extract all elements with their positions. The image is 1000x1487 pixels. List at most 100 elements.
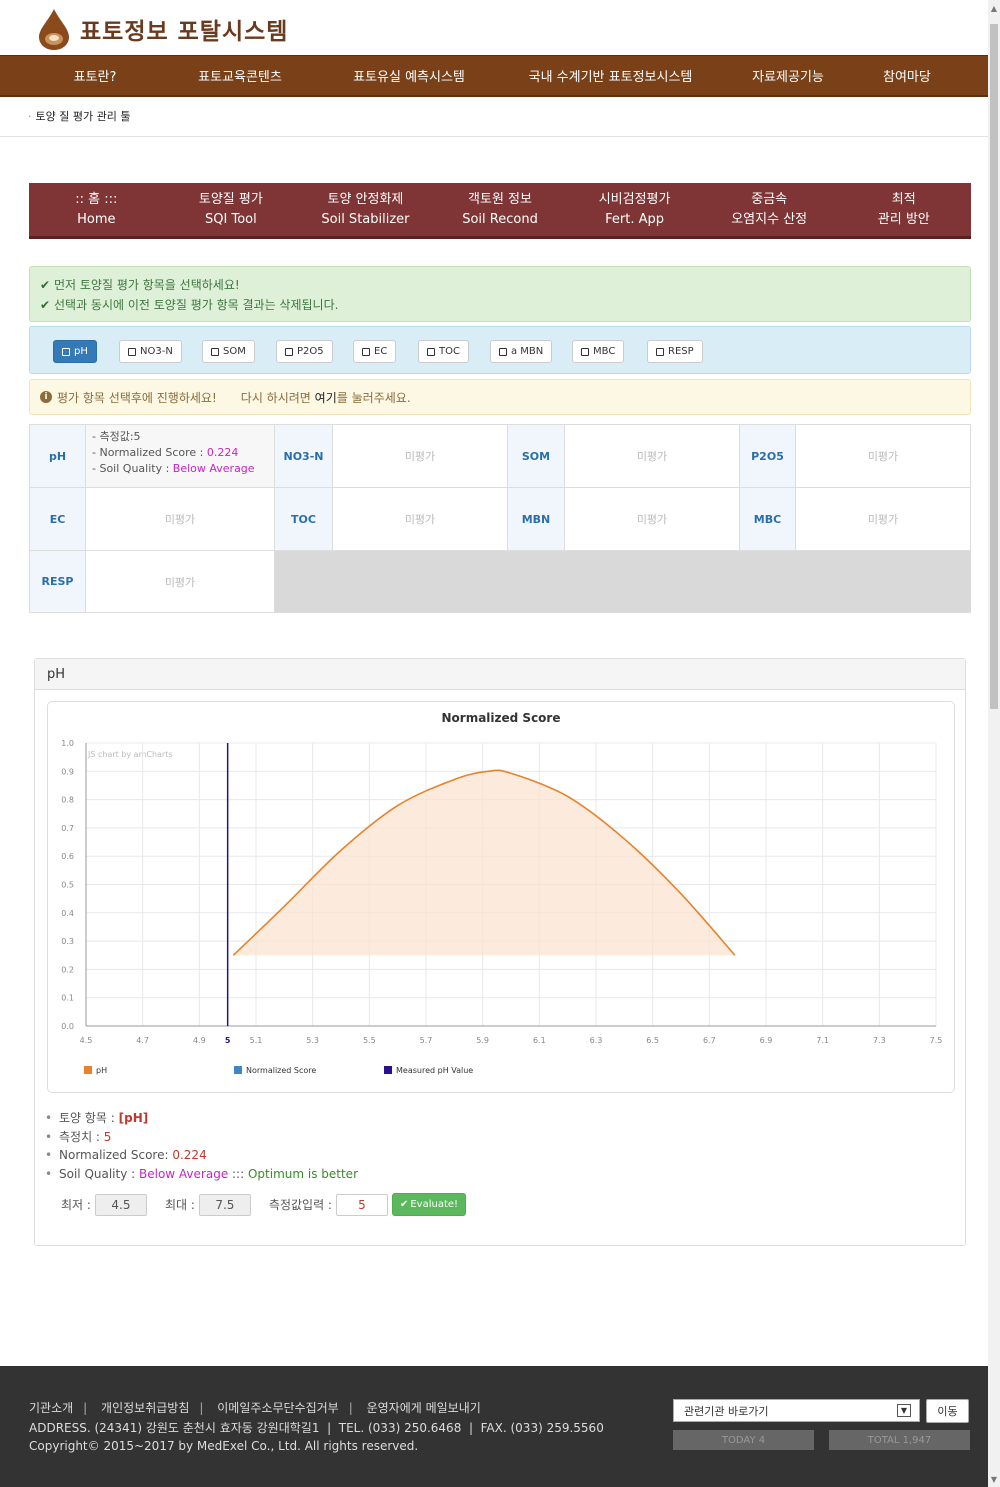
chart-watermark: JS chart by amCharts [87,750,173,759]
scrollbar-thumb[interactable] [990,24,998,709]
legend-swatch [384,1066,392,1074]
result-value-resp: 미평가 [86,551,275,613]
retry-prefix: 다시 하시려면 [240,390,311,405]
legend-label: Normalized Score [246,1066,316,1075]
subnav-item-fert-app[interactable]: 시비검정평가 Fert. App [567,183,702,236]
check-icon: ✔ [40,298,51,312]
ph-quality: Below Average [172,462,255,475]
y-tick-label: 0.8 [61,796,74,805]
evaluate-button[interactable]: ✔ Evaluate! [391,1193,467,1216]
summary-item-value: [pH] [118,1111,149,1125]
result-label-resp: RESP [30,551,86,613]
select-som-button[interactable]: SOM [202,340,255,363]
subnav-item-soil-recond[interactable]: 객토원 정보 Soil Recond [433,183,568,236]
item-select-bar: pH NO3-N SOM P2O5 EC TOC a MBN MBC RESP [29,326,971,374]
footer-copyright: Copyright© 2015~2017 by MedExel Co., Ltd… [29,1439,419,1453]
subnav-item-heavy-metal[interactable]: 중금속 오염지수 산정 [702,183,837,236]
breadcrumb: 토양 질 평가 관리 툴 [28,108,131,124]
summary-quality: Soil Quality : Below Average ::: Optimum… [45,1165,358,1184]
y-tick-label: 0.5 [61,881,74,890]
summary-score: Normalized Score: 0.224 [45,1146,358,1165]
subnav-item-home[interactable]: :: 홈 ::: Home [29,183,164,236]
max-field[interactable]: 7.5 [198,1193,251,1216]
checkbox-icon [499,347,507,356]
select-no3n-button[interactable]: NO3-N [119,340,182,363]
topnav-item-about[interactable]: 표토란? [0,56,190,95]
result-label-som: SOM [508,425,565,488]
site-logo[interactable]: 표토정보 포탈시스템 [36,4,288,54]
topnav-item-education[interactable]: 표토교육콘텐츠 [190,56,290,95]
footer-link-email-policy[interactable]: 이메일주소무단수집거부 [217,1401,338,1415]
today-counter: TODAY 4 [673,1430,814,1450]
go-button[interactable]: 이동 [926,1399,969,1423]
x-tick-label: 7.3 [873,1036,886,1045]
result-value-som: 미평가 [565,425,740,488]
retry-link[interactable]: 여기 [315,389,337,406]
scroll-down-icon[interactable]: ▼ [988,1471,1000,1487]
result-value-mbn: 미평가 [565,488,740,551]
x-tick-label: 5 [225,1036,231,1045]
scrollbar[interactable]: ▲ ▼ [988,0,1000,1487]
footer-link-privacy[interactable]: 개인정보취급방침 [101,1401,189,1415]
checkbox-icon [285,347,293,356]
result-value-ec: 미평가 [86,488,275,551]
max-label: 최대 : [164,1198,195,1212]
results-grid: pH - 측정값:5 - Normalized Score : 0.224 - … [29,424,971,613]
topnav-item-data[interactable]: 자료제공기능 [693,56,883,95]
result-value-no3n: 미평가 [333,425,508,488]
info-icon: i [40,391,52,403]
select-p2o5-button[interactable]: P2O5 [276,340,333,363]
x-tick-label: 7.1 [816,1036,829,1045]
checkbox-icon [581,347,589,356]
evaluate-form: 최저 : 4.5 최대 : 7.5 측정값입력 : 5 ✔ Evaluate! [61,1193,467,1216]
select-ph-button[interactable]: pH [53,340,97,363]
ph-quality-prefix: - Soil Quality : [92,462,173,475]
chevron-down-icon: ▼ [897,1404,911,1417]
subnav-item-sqi-tool[interactable]: 토양질 평가 SQI Tool [164,183,299,236]
select-mbn-button[interactable]: a MBN [490,340,553,363]
y-tick-label: 0.7 [61,824,74,833]
ph-score: 0.224 [206,446,239,459]
result-label-mbc: MBC [740,488,796,551]
measured-value-input[interactable]: 5 [335,1193,388,1216]
retry-suffix: 를 눌러주세요. [336,390,411,405]
legend-label: Measured pH Value [396,1066,473,1075]
success-alert: ✔ 먼저 토양질 평가 항목을 선택하세요! ✔ 선택과 동시에 이전 토양질 평가… [29,266,971,322]
subnav-item-management[interactable]: 최적 관리 방안 [836,183,971,236]
summary-list: 토양 항목 : [pH] 측정치 : 5 Normalized Score: 0… [45,1109,358,1183]
subnav-item-soil-stabilizer[interactable]: 토양 안정화제 Soil Stabilizer [298,183,433,236]
topnav-item-erosion[interactable]: 표토유실 예측시스템 [290,56,528,95]
x-tick-label: 6.5 [646,1036,659,1045]
checkbox-icon [362,347,370,356]
checkbox-icon [62,347,70,356]
select-resp-button[interactable]: RESP [647,340,703,363]
min-field[interactable]: 4.5 [94,1193,147,1216]
warning-text: 평가 항목 선택후에 진행하세요! [57,390,217,405]
min-label: 최저 : [61,1198,91,1212]
topnav-item-community[interactable]: 참여마당 [883,56,948,95]
alert-line: 선택과 동시에 이전 토양질 평가 항목 결과는 삭제됩니다. [54,298,339,312]
x-tick-label: 7.5 [930,1036,943,1045]
legend-label: pH [96,1066,107,1075]
ph-score-prefix: - Normalized Score : [92,446,207,459]
x-tick-label: 6.1 [533,1036,546,1045]
x-tick-label: 4.9 [193,1036,206,1045]
site-title: 표토정보 포탈시스템 [80,19,289,45]
y-tick-label: 0.1 [61,994,74,1003]
select-ec-button[interactable]: EC [353,340,397,363]
topnav-item-watershed[interactable]: 국내 수계기반 표토정보시스템 [528,56,693,95]
footer-link-contact[interactable]: 운영자에게 메일보내기 [367,1401,481,1415]
footer-link-about[interactable]: 기관소개 [29,1401,73,1415]
alert-line: 먼저 토양질 평가 항목을 선택하세요! [54,278,240,292]
result-value-ph: - 측정값:5 - Normalized Score : 0.224 - Soi… [86,425,275,488]
related-sites-select[interactable]: 관련기관 바로가기 ▼ [673,1399,920,1422]
warning-alert: i 평가 항목 선택후에 진행하세요! 다시 하시려면 여기 를 눌러주세요. [29,379,971,415]
soil-drop-icon [39,9,69,50]
select-mbc-button[interactable]: MBC [572,340,625,363]
summary-quality-value: Below Average [139,1166,229,1181]
check-icon: ✔ [399,1199,409,1210]
y-tick-label: 0.2 [61,965,74,974]
legend-swatch [84,1066,92,1074]
scroll-up-icon[interactable]: ▲ [988,0,1000,16]
select-toc-button[interactable]: TOC [418,340,469,363]
